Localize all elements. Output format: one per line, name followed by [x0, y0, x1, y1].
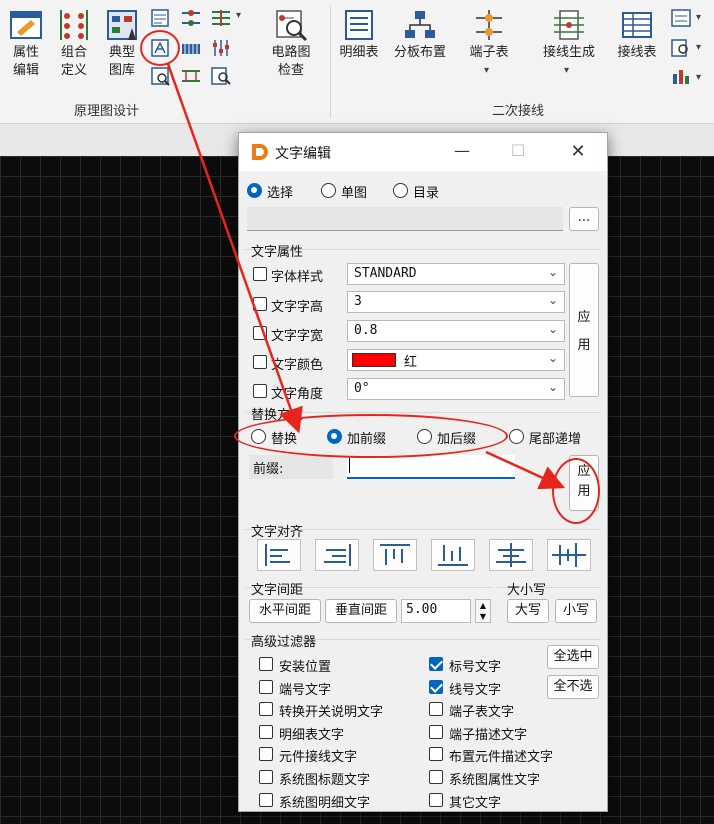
arrow-to-replace: [166, 63, 303, 434]
arrow-to-apply: [485, 450, 566, 490]
annotation-arrows: [166, 63, 566, 490]
